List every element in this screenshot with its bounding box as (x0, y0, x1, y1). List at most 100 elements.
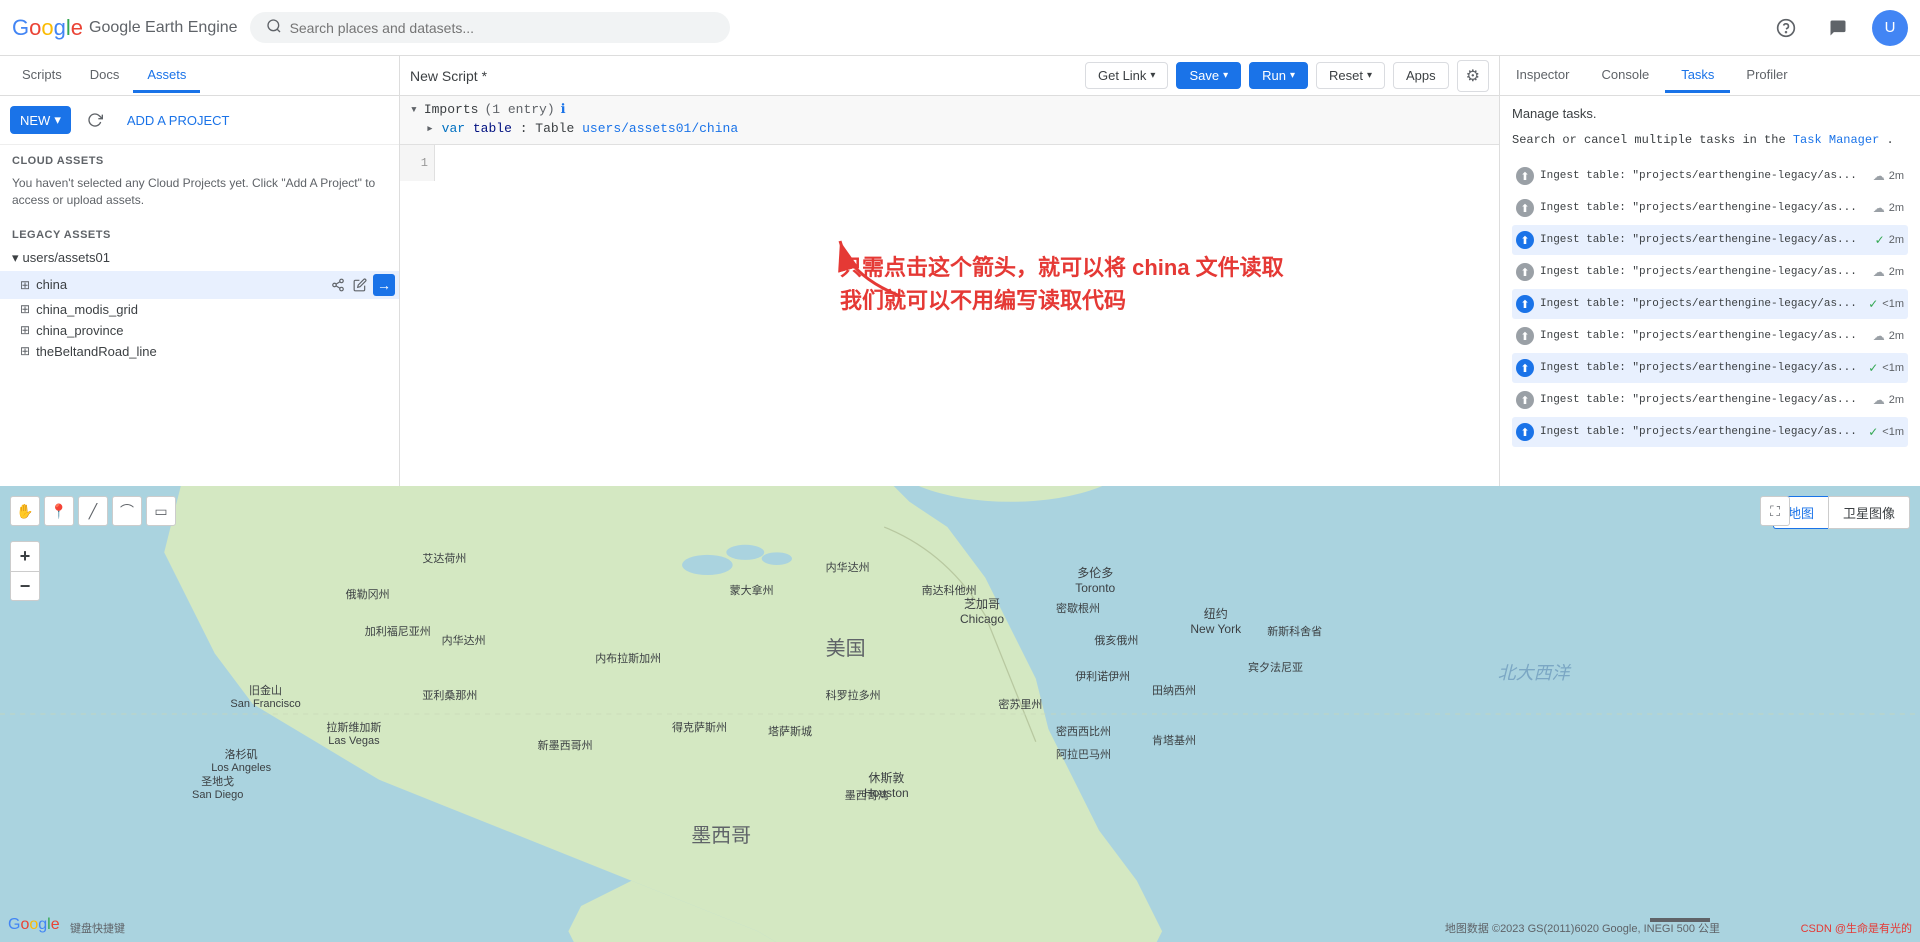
tab-scripts[interactable]: Scripts (8, 59, 76, 93)
google-logo-text: Google (12, 15, 83, 41)
asset-item-china-modis[interactable]: ⊞ china_modis_grid (0, 299, 399, 320)
asset-item-china-province[interactable]: ⊞ china_province (0, 320, 399, 341)
task-time-3: 2m (1889, 266, 1904, 278)
task-manager-link[interactable]: Task Manager (1793, 133, 1879, 147)
task-status-5: ☁ 2m (1873, 329, 1904, 343)
edit-button-china[interactable] (351, 276, 369, 294)
hand-tool-button[interactable]: ✋ (10, 496, 40, 526)
rect-tool-button[interactable]: ▭ (146, 496, 176, 526)
pin-tool-button[interactable]: 📍 (44, 496, 74, 526)
search-bar[interactable] (250, 12, 730, 43)
var-keyword: var (442, 121, 473, 136)
line-tool-button[interactable]: ╱ (78, 496, 108, 526)
tab-tasks[interactable]: Tasks (1665, 59, 1730, 93)
new-button[interactable]: NEW ▾ (10, 106, 71, 134)
var-path-link[interactable]: users/assets01/china (582, 121, 738, 136)
var-separator: : Table (520, 121, 582, 136)
asset-item-china[interactable]: ⊞ china (0, 271, 399, 299)
asset-name-belt: theBeltandRoad_line (36, 344, 399, 359)
google-wm-text: Google (8, 916, 60, 933)
cloud-icon-7: ☁ (1873, 393, 1885, 407)
tab-docs[interactable]: Docs (76, 59, 134, 93)
help-button[interactable] (1768, 10, 1804, 46)
task-text-6: Ingest table: "projects/earthengine-lega… (1540, 362, 1862, 374)
get-link-button[interactable]: Get Link ▾ (1085, 62, 1168, 89)
zoom-out-button[interactable]: − (10, 571, 40, 601)
code-editor[interactable]: ▾ Imports (1 entry) ℹ ▸ var table : Tabl… (400, 96, 1499, 486)
cloud-icon-3: ☁ (1873, 265, 1885, 279)
keyboard-shortcut[interactable]: 键盘快捷键 (70, 920, 125, 936)
right-tabs: Inspector Console Tasks Profiler (1500, 56, 1920, 96)
left-toolbar: NEW ▾ ADD A PROJECT (0, 96, 399, 145)
task-icon-8: ⬆ (1516, 423, 1534, 441)
header-right: U (1768, 10, 1908, 46)
google-watermark: Google (8, 916, 60, 934)
fullscreen-button[interactable]: ⛶ (1760, 496, 1790, 526)
task-item-1: ⬆ Ingest table: "projects/earthengine-le… (1512, 193, 1908, 223)
task-text-7: Ingest table: "projects/earthengine-lega… (1540, 394, 1867, 406)
reset-arrow: ▾ (1367, 70, 1372, 81)
tab-assets[interactable]: Assets (133, 59, 200, 93)
import-arrow-button-china[interactable]: → (373, 274, 395, 296)
map-zoom-controls: + − (10, 541, 40, 601)
search-icon (266, 18, 282, 37)
table-icon-belt: ⊞ (20, 344, 30, 358)
task-time-7: 2m (1889, 394, 1904, 406)
right-content: Manage tasks. Search or cancel multiple … (1500, 96, 1920, 486)
task-status-7: ☁ 2m (1873, 393, 1904, 407)
imports-section: ▾ Imports (1 entry) ℹ ▸ var table : Tabl… (400, 96, 1499, 145)
task-status-2: ✓ 2m (1875, 233, 1904, 247)
task-text-5: Ingest table: "projects/earthengine-lega… (1540, 330, 1867, 342)
apps-button[interactable]: Apps (1393, 62, 1449, 89)
earth-engine-text: Google Earth Engine (89, 19, 238, 37)
new-dropdown-arrow: ▾ (54, 112, 61, 128)
run-button[interactable]: Run ▾ (1249, 62, 1308, 89)
folder-toggle-icon: ▾ (12, 250, 19, 266)
task-time-0: 2m (1889, 170, 1904, 182)
save-label: Save (1189, 68, 1219, 83)
tab-inspector[interactable]: Inspector (1500, 59, 1585, 93)
search-input[interactable] (290, 20, 714, 36)
imports-var-line: ▸ var table : Table users/assets01/china (410, 117, 1489, 138)
var-expand-toggle[interactable]: ▸ (426, 121, 434, 136)
legacy-assets-title: LEGACY ASSETS (0, 219, 399, 245)
refresh-button[interactable] (79, 104, 111, 136)
cloud-assets-description: You haven't selected any Cloud Projects … (0, 171, 399, 219)
task-time-1: 2m (1889, 202, 1904, 214)
red-arrow (820, 226, 940, 310)
run-label: Run (1262, 68, 1286, 83)
avatar[interactable]: U (1872, 10, 1908, 46)
map-background (0, 486, 1920, 942)
imports-info-icon[interactable]: ℹ (561, 102, 566, 117)
task-time-6: <1m (1882, 362, 1904, 374)
line-numbers: 1 (400, 145, 435, 181)
tab-profiler[interactable]: Profiler (1730, 59, 1803, 93)
reset-button[interactable]: Reset ▾ (1316, 62, 1385, 89)
imports-toggle[interactable]: ▾ (410, 102, 418, 117)
asset-folder[interactable]: ▾ users/assets01 (0, 245, 399, 271)
table-icon-modis: ⊞ (20, 302, 30, 316)
tab-console[interactable]: Console (1585, 59, 1665, 93)
new-label: NEW (20, 113, 50, 128)
save-button[interactable]: Save ▾ (1176, 62, 1241, 89)
task-text-4: Ingest table: "projects/earthengine-lega… (1540, 298, 1862, 310)
cloud-assets-title: CLOUD ASSETS (0, 145, 399, 171)
notifications-button[interactable] (1820, 10, 1856, 46)
asset-item-belt-road[interactable]: ⊞ theBeltandRoad_line (0, 341, 399, 362)
task-time-4: <1m (1882, 298, 1904, 310)
share-button-china[interactable] (329, 276, 347, 294)
map-type-satellite-button[interactable]: 卫星图像 (1828, 496, 1910, 529)
zoom-in-button[interactable]: + (10, 541, 40, 571)
add-project-button[interactable]: ADD A PROJECT (119, 107, 238, 134)
middle-panel: New Script * Get Link ▾ Save ▾ Run ▾ Res… (400, 56, 1500, 486)
task-icon-0: ⬆ (1516, 167, 1534, 185)
task-item-3: ⬆ Ingest table: "projects/earthengine-le… (1512, 257, 1908, 287)
task-icon-7: ⬆ (1516, 391, 1534, 409)
settings-button[interactable]: ⚙ (1457, 60, 1489, 92)
save-arrow: ▾ (1223, 70, 1228, 81)
script-title: New Script * (410, 68, 487, 84)
polygon-tool-button[interactable]: ⌒ (112, 496, 142, 526)
code-content[interactable] (435, 145, 459, 181)
task-status-6: ✓ <1m (1868, 361, 1904, 375)
task-text-2: Ingest table: "projects/earthengine-lega… (1540, 234, 1869, 246)
